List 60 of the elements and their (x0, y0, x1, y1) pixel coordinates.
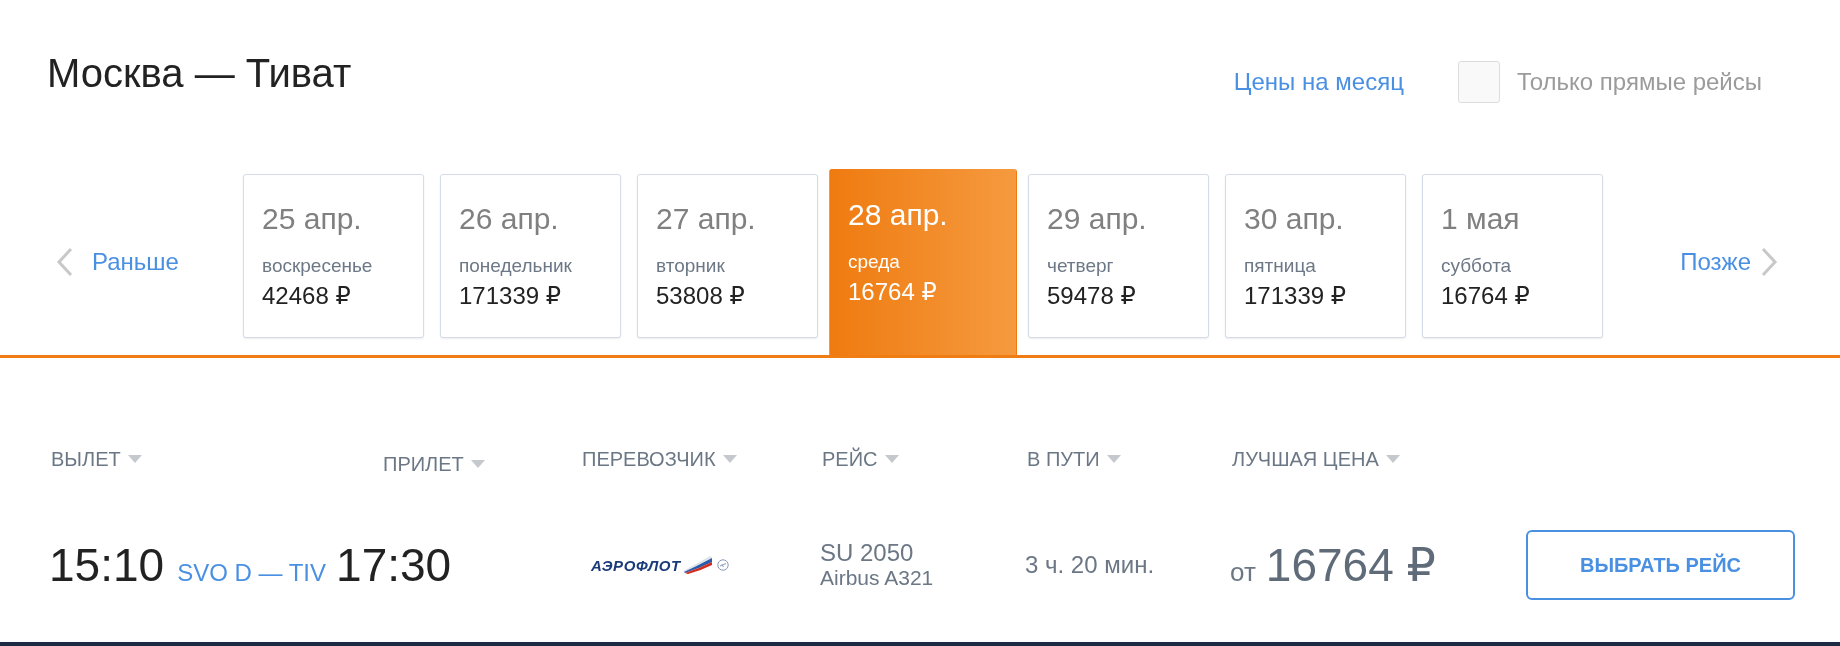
column-header[interactable]: ВЫЛЕТ (49, 447, 142, 471)
weekday-label: понедельник (459, 254, 572, 278)
date-label: 28 апр. (848, 197, 948, 233)
date-card[interactable]: 25 апр. воскресенье 42468 ₽ (243, 174, 424, 338)
flight-duration: 3 ч. 20 мин. (1025, 551, 1156, 579)
checkbox-label: Только прямые рейсы (1516, 68, 1762, 96)
airline-wordmark: АЭРОФЛОТ (591, 556, 681, 574)
weekday-label: среда (848, 250, 900, 274)
date-card[interactable]: 28 апр. среда 16764 ₽ (829, 169, 1017, 355)
select-flight-button[interactable]: ВЫБРАТЬ РЕЙС (1526, 530, 1795, 600)
price-label: 16764 ₽ (848, 278, 937, 306)
best-price: 16764 ₽ (1265, 539, 1436, 591)
price-label: 53808 ₽ (656, 282, 745, 310)
departure-time: 15:10 (49, 539, 165, 591)
caret-icon (884, 455, 899, 463)
column-header[interactable]: РЕЙС (820, 447, 899, 471)
caret-icon (1385, 455, 1400, 463)
date-label: 29 апр. (1047, 201, 1147, 237)
arrival-time: 17:30 (336, 539, 452, 591)
weekday-label: воскресенье (262, 254, 373, 278)
later-button[interactable]: Позже (1680, 247, 1778, 277)
weekday-label: пятница (1244, 254, 1316, 278)
chevron-right-icon (1760, 247, 1778, 277)
price-label: 16764 ₽ (1441, 282, 1530, 310)
date-label: 26 апр. (459, 201, 559, 237)
column-header[interactable]: ПРИЛЕТ (380, 452, 485, 476)
route-codes: SVO D — TIV (177, 559, 327, 587)
ribbon-icon (681, 556, 712, 574)
aircraft-type: Airbus A321 (820, 566, 935, 590)
price-label: 171339 ₽ (459, 282, 562, 310)
date-card[interactable]: 30 апр. пятница 171339 ₽ (1225, 174, 1406, 338)
caret-icon (470, 460, 485, 468)
date-label: 1 мая (1441, 201, 1520, 237)
chevron-left-icon (56, 247, 74, 277)
weekday-label: суббота (1441, 254, 1512, 278)
price-label: 171339 ₽ (1244, 282, 1347, 310)
date-card[interactable]: 1 мая суббота 16764 ₽ (1422, 174, 1603, 338)
weekday-label: вторник (656, 254, 725, 278)
price-label: 42468 ₽ (262, 282, 351, 310)
caret-icon (1106, 455, 1121, 463)
earlier-button[interactable]: Раньше (56, 247, 243, 277)
column-header[interactable]: ЛУЧШАЯ ЦЕНА (1230, 447, 1400, 471)
date-label: 30 апр. (1244, 201, 1344, 237)
column-header[interactable]: В ПУТИ (1025, 447, 1121, 471)
circle-emblem-icon (716, 559, 729, 571)
route-title: Москва — Тиват (47, 50, 352, 96)
flight-number: SU 2050 (820, 540, 915, 566)
date-card[interactable]: 26 апр. понедельник 171339 ₽ (440, 174, 621, 338)
date-label: 25 апр. (262, 201, 362, 237)
price-prefix: от (1230, 557, 1256, 588)
price-label: 59478 ₽ (1047, 282, 1136, 310)
direct-flights-checkbox[interactable] (1457, 61, 1500, 103)
month-prices-link[interactable]: Цены на месяц (1233, 68, 1404, 96)
caret-icon (722, 455, 737, 463)
column-header[interactable]: ПЕРЕВОЗЧИК (580, 447, 737, 471)
caret-icon (127, 455, 142, 463)
date-label: 27 апр. (656, 201, 756, 237)
date-card[interactable]: 27 апр. вторник 53808 ₽ (637, 174, 818, 338)
weekday-label: четверг (1047, 254, 1114, 278)
date-card[interactable]: 29 апр. четверг 59478 ₽ (1028, 174, 1209, 338)
